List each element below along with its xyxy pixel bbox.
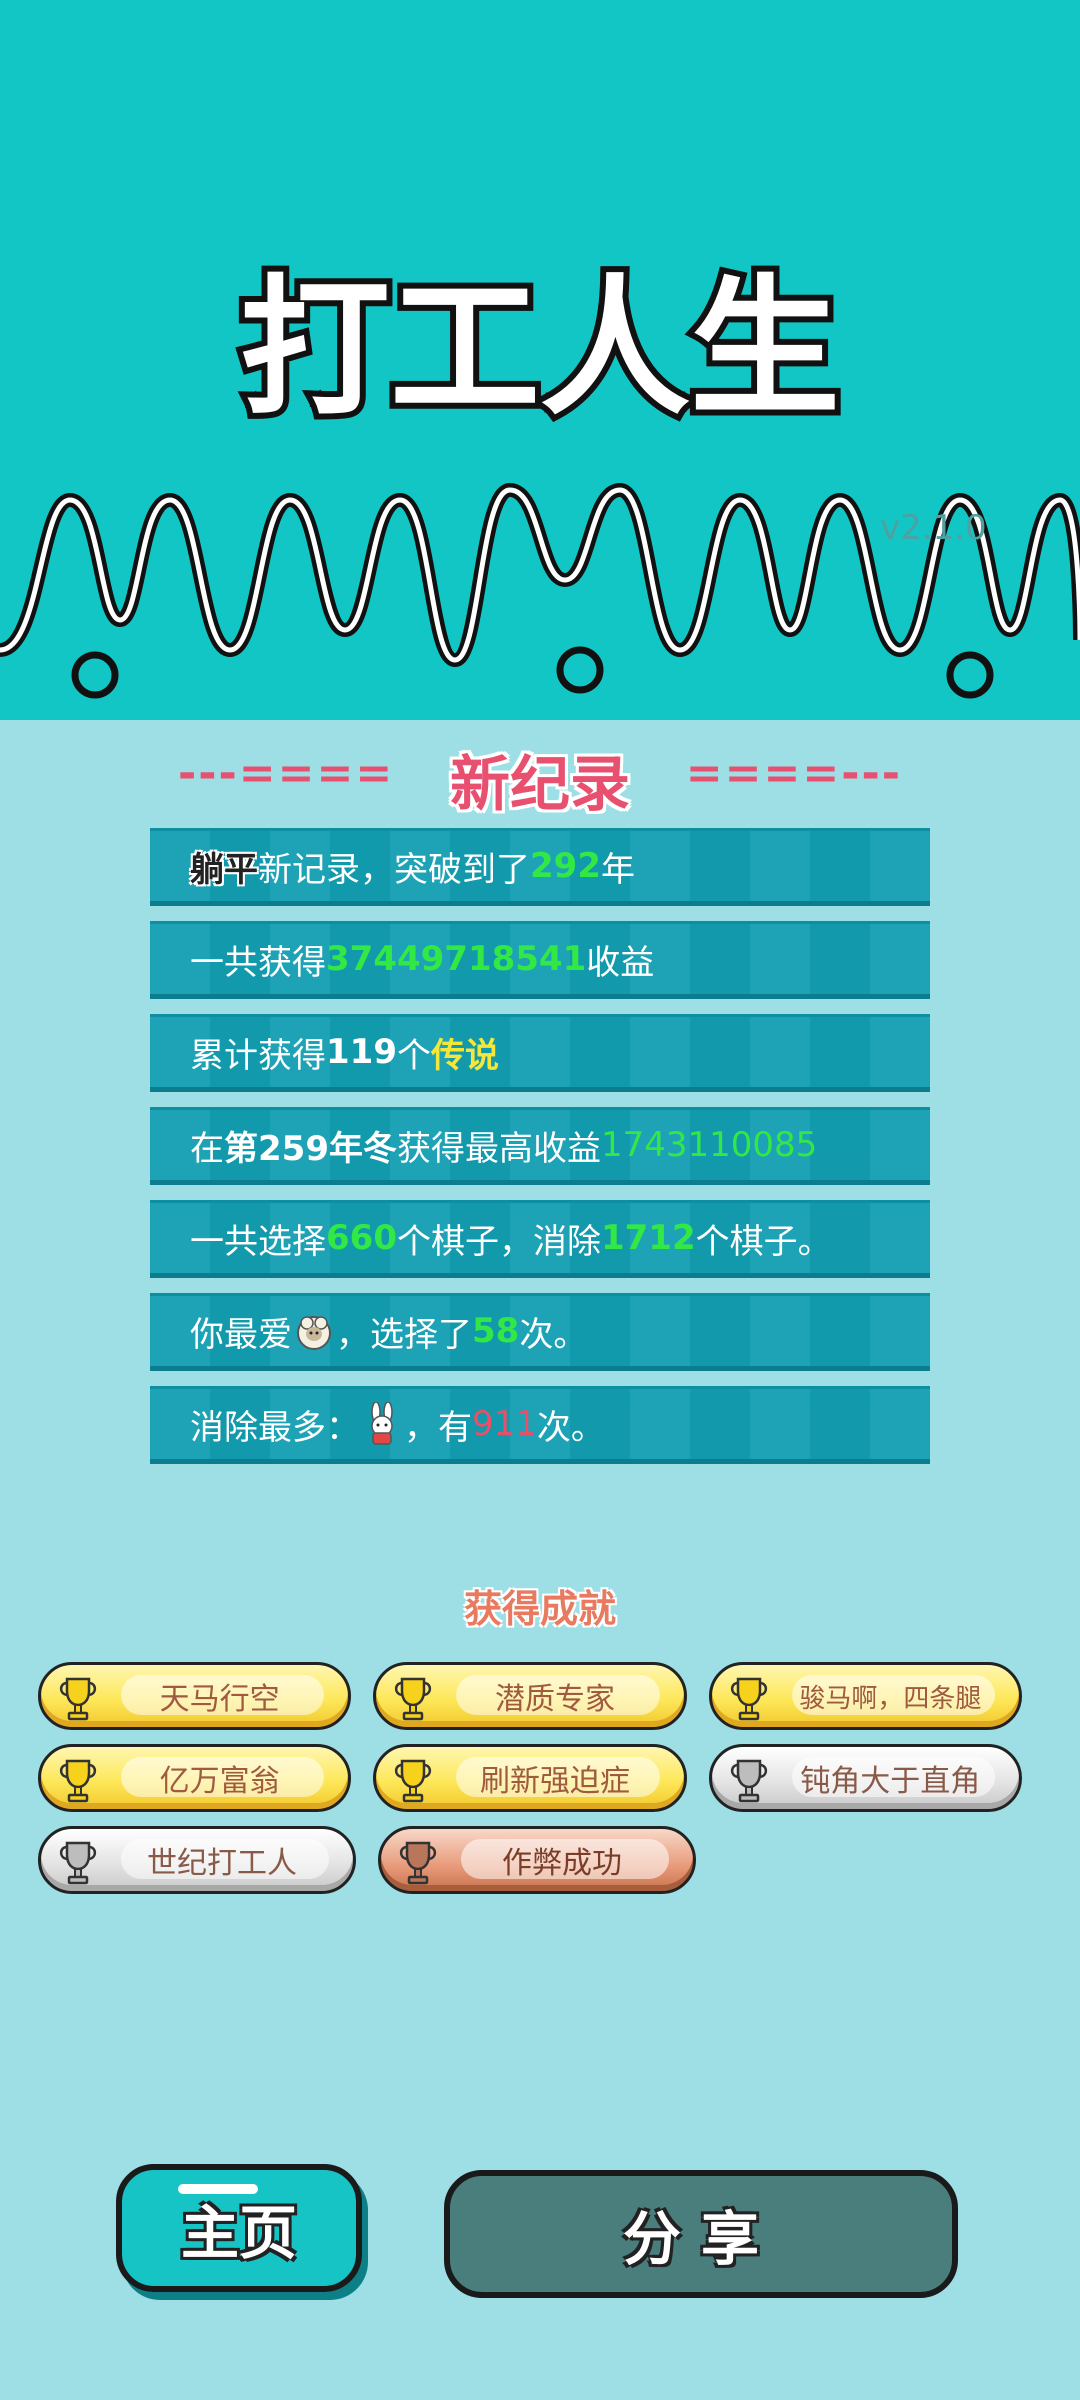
achievement-badge[interactable]: 亿万富翁 — [38, 1744, 352, 1812]
home-button-label: 主页 — [180, 2199, 297, 2267]
record-text: 获得最高收益 — [396, 1128, 601, 1169]
home-button[interactable]: 主页 — [116, 2164, 362, 2292]
record-text: 个棋子。 — [695, 1221, 832, 1262]
record-value: 1743110085 — [600, 1125, 818, 1165]
game-title: 打工人生 — [234, 256, 846, 442]
achievement-badge[interactable]: 天马行空 — [38, 1662, 352, 1730]
achievement-label: 天马行空 — [159, 1682, 280, 1717]
record-row-legends: 累计获得 119 个 传说 — [150, 1014, 930, 1092]
achievement-badge[interactable]: 作弊成功 — [378, 1826, 696, 1894]
record-row-best-income: 在 第259年冬 获得最高收益 1743110085 — [150, 1107, 930, 1185]
record-value-selected: 660 — [326, 1218, 397, 1258]
achievement-badge[interactable]: 骏马啊，四条腿 — [708, 1662, 1022, 1730]
achievement-label: 潜质专家 — [494, 1682, 615, 1717]
record-row-most-eliminated: 消除最多： ，有 911 次。 — [150, 1386, 930, 1464]
achievement-badge[interactable]: 刷新强迫症 — [373, 1744, 687, 1812]
record-value: 37449718541 — [326, 939, 587, 979]
record-value: 58 — [472, 1311, 520, 1351]
record-text: 个 — [396, 1035, 431, 1076]
achievements-grid: 天马行空 潜质专家 骏马啊，四条腿 亿万富翁 刷新强迫症 钝角大于直角 世纪打工… — [38, 1662, 1044, 1908]
version-label: v2.1.0 — [880, 508, 987, 548]
record-text: 次。 — [519, 1314, 588, 1355]
achievement-badge[interactable]: 世纪打工人 — [38, 1826, 356, 1894]
record-text: 新记录，突破到了 — [258, 849, 530, 890]
achievement-label: 骏马啊，四条腿 — [799, 1683, 982, 1714]
button-highlight — [178, 2184, 258, 2194]
drip-decoration — [0, 440, 1080, 699]
record-text: 你最爱 — [190, 1314, 292, 1355]
lying-flat-badge: 躺平 — [190, 849, 258, 890]
record-text: 消除最多： — [190, 1407, 360, 1448]
record-text: 个棋子，消除 — [396, 1221, 601, 1262]
legend-tier: 传说 — [430, 1035, 499, 1076]
record-text: 一共获得 — [190, 942, 326, 983]
sheep-icon — [297, 1316, 331, 1350]
record-text: 收益 — [586, 942, 655, 983]
records-header: ---==== 新纪录 ====--- — [170, 730, 910, 820]
achievements-title: 获得成就 — [463, 1587, 616, 1631]
records-list: 躺平 新记录，突破到了 292 年 一共获得 37449718541 收益 累计… — [150, 828, 930, 1479]
header-dashes-right: ====--- — [685, 748, 902, 799]
record-text: 一共选择 — [190, 1221, 326, 1262]
record-text: 累计获得 — [190, 1035, 326, 1076]
record-value: 292 — [530, 846, 601, 886]
record-text: 次。 — [536, 1407, 605, 1448]
record-value: 119 — [326, 1032, 397, 1072]
record-text: ，选择了 — [336, 1314, 472, 1355]
record-text: 在 — [190, 1128, 224, 1169]
record-row-pieces: 一共选择 660 个棋子，消除 1712 个棋子。 — [150, 1200, 930, 1278]
achievement-label: 世纪打工人 — [147, 1846, 297, 1881]
record-value: 911 — [472, 1404, 537, 1444]
achievement-label: 作弊成功 — [502, 1846, 622, 1881]
record-row-income: 一共获得 37449718541 收益 — [150, 921, 930, 999]
achievement-badge[interactable]: 钝角大于直角 — [708, 1744, 1022, 1812]
game-title-text: 打工人生 — [240, 262, 840, 436]
rabbit-icon — [371, 1402, 393, 1445]
achievement-label: 刷新强迫症 — [479, 1764, 630, 1799]
achievement-label: 亿万富翁 — [159, 1764, 280, 1799]
record-row-years: 躺平 新记录，突破到了 292 年 — [150, 828, 930, 906]
record-text: ，有 — [404, 1407, 472, 1448]
share-button-label: 分享 — [622, 2205, 779, 2273]
share-button[interactable]: 分享 — [444, 2170, 958, 2298]
achievement-badge[interactable]: 潜质专家 — [373, 1662, 687, 1730]
achievement-label: 钝角大于直角 — [800, 1764, 981, 1799]
achievements-row: 亿万富翁 刷新强迫症 钝角大于直角 — [38, 1744, 1044, 1812]
record-value-eliminated: 1712 — [600, 1218, 696, 1258]
record-row-favorite: 你最爱 ，选择了 58 次。 — [150, 1293, 930, 1371]
record-text: 年 — [600, 849, 635, 890]
record-season: 第259年冬 — [224, 1128, 397, 1169]
achievements-row: 世纪打工人 作弊成功 — [38, 1826, 1044, 1894]
achievements-row: 天马行空 潜质专家 骏马啊，四条腿 — [38, 1662, 1044, 1730]
